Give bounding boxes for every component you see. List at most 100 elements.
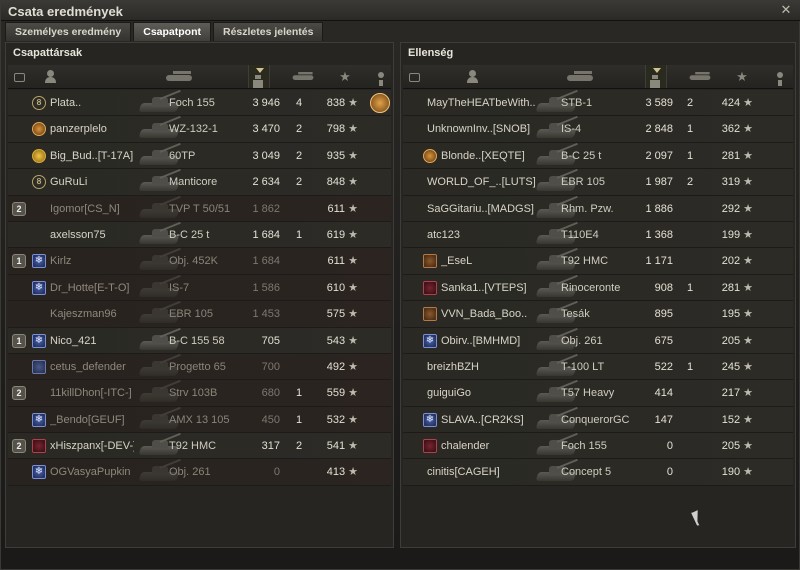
player-name[interactable]: OGVasyaPupkin <box>50 459 134 485</box>
tank-icon[interactable] <box>565 70 595 84</box>
tab-detailed-report[interactable]: Részletes jelentés <box>212 22 324 41</box>
player-row[interactable]: SaGGitariu..[MADGS] Rhm. Pzw. 1 886 292 ★ <box>403 195 793 222</box>
player-name[interactable]: Big_Bud..[T-17A] <box>50 143 134 169</box>
damage-sort-column[interactable] <box>645 65 667 88</box>
xp-value: 292 <box>721 202 741 215</box>
player-row[interactable]: cetus_defender Progetto 65 700 492 ★ <box>8 353 391 381</box>
player-row[interactable]: Sanka1..[VTEPS] Rinoceronte 908 1 281 ★ <box>403 274 793 302</box>
player-row[interactable]: Blonde..[XEQTE] B-C 25 t2 097 1 281 ★ <box>403 142 793 170</box>
player-row[interactable]: chalender Foch 155 0 205 ★ <box>403 432 793 460</box>
player-row[interactable]: 8 Plata.. Foch 155 3 946 4 838 ★ <box>8 89 391 117</box>
player-row[interactable]: 1 ❄ Nico_421 B-C 155 58 705 543 ★ <box>8 327 391 354</box>
player-row[interactable]: 2 xHiszpanx[-DEV-] T92 HMC 317 2 541 ★ <box>8 432 391 460</box>
clan-emblem-icon <box>423 307 437 322</box>
player-row[interactable]: Kajeszman96 EBR 105 1 453 575 ★ <box>8 300 391 328</box>
player-row[interactable]: 2 Igomor[CS_N] TVP T 50/51 1 862 611 ★ <box>8 195 391 222</box>
player-row[interactable]: cinitis[CAGEH] Concept 5 0 190 ★ <box>403 459 793 486</box>
damage-icon <box>253 75 263 88</box>
player-name[interactable]: MayTheHEATbeWith.. <box>427 90 539 116</box>
player-name[interactable]: Dr_Hotte[E-T-O] <box>50 275 134 301</box>
player-name[interactable]: cetus_defender <box>50 354 134 380</box>
player-row[interactable]: _EseL T92 HMC 1 171 202 ★ <box>403 248 793 275</box>
kills-icon[interactable] <box>685 70 715 84</box>
player-name[interactable]: WORLD_OF_..[LUTS] <box>427 169 539 195</box>
xp-star-icon[interactable]: ★ <box>338 70 352 84</box>
platoon-number-icon: 1 <box>12 254 26 269</box>
achievement-medal-icon[interactable] <box>370 93 390 113</box>
xp-value: 610 <box>326 281 346 294</box>
platoon-number-icon: 2 <box>12 439 26 454</box>
kills-value <box>687 459 701 485</box>
kills-value <box>687 196 701 222</box>
player-name[interactable]: axelsson75 <box>50 222 134 248</box>
damage-value: 522 <box>654 360 673 373</box>
player-name[interactable]: xHiszpanx[-DEV-] <box>50 433 134 459</box>
tab-personal-results[interactable]: Személyes eredmény <box>5 22 132 41</box>
allies-panel: Csapattársak ★ 8 Plata.. Foch 155 3 946 4 838… <box>5 42 394 548</box>
xp-value: 152 <box>721 413 741 426</box>
platoon-number-icon: 2 <box>12 201 26 216</box>
star-icon: ★ <box>348 281 358 294</box>
snowflake-emblem-icon: ❄ <box>423 412 437 427</box>
damage-value: 317 <box>261 440 280 453</box>
player-row[interactable]: VVN_Bada_Boo.. Tesák 895 195 ★ <box>403 300 793 328</box>
player-name[interactable]: cinitis[CAGEH] <box>427 459 539 485</box>
damage-value: 2 097 <box>645 149 673 162</box>
xp-value: 935 <box>326 149 346 162</box>
xp-value: 202 <box>721 255 741 268</box>
player-name[interactable]: atc123 <box>427 222 539 248</box>
damage-sort-column[interactable] <box>248 65 270 88</box>
player-name[interactable]: Kajeszman96 <box>50 301 134 327</box>
tank-icon[interactable] <box>164 70 194 84</box>
platoon-icon[interactable] <box>14 73 25 82</box>
player-icon[interactable] <box>44 70 58 84</box>
damage-value: 675 <box>654 334 673 347</box>
player-name[interactable]: _Bendo[GEUF] <box>50 407 134 433</box>
player-row[interactable]: Big_Bud..[T-17A] 60TP 3 049 2 935 ★ <box>8 142 391 170</box>
player-row[interactable]: ❄ Dr_Hotte[E-T-O] IS-7 1 586 610 ★ <box>8 274 391 302</box>
player-row[interactable]: guiguiGo T57 Heavy 414 217 ★ <box>403 380 793 407</box>
player-row[interactable]: ❄ SLAVA..[CR2KS] ConquerorGC 147 152 ★ <box>403 406 793 434</box>
star-icon: ★ <box>348 149 358 162</box>
achievement-icon[interactable] <box>773 70 787 86</box>
player-name[interactable]: Nico_421 <box>50 328 134 354</box>
xp-star-icon[interactable]: ★ <box>735 70 749 84</box>
xp-value: 575 <box>326 308 346 321</box>
player-row[interactable]: ❄ Obirv..[BMHMD] Obj. 261 675 205 ★ <box>403 327 793 354</box>
player-name[interactable]: GuRuLi <box>50 169 134 195</box>
player-name[interactable]: SaGGitariu..[MADGS] <box>427 196 539 222</box>
player-row[interactable]: ❄ _Bendo[GEUF] AMX 13 105 450 1 532 ★ <box>8 406 391 434</box>
player-name[interactable]: panzerplelo <box>50 116 134 142</box>
player-row[interactable]: breizhBZH T-100 LT 522 1 245 ★ <box>403 353 793 381</box>
player-name[interactable]: 11killDhon[-ITC-] <box>50 380 134 406</box>
player-name[interactable]: Igomor[CS_N] <box>50 196 134 222</box>
player-row[interactable]: panzerplelo WZ-132-1 3 470 2 798 ★ <box>8 116 391 143</box>
title-bar: Csata eredmények ✕ <box>1 1 800 21</box>
achievement-icon[interactable] <box>374 70 388 86</box>
platoon-icon[interactable] <box>409 73 420 82</box>
player-name[interactable]: breizhBZH <box>427 354 539 380</box>
close-icon[interactable]: ✕ <box>779 3 793 17</box>
player-name[interactable]: guiguiGo <box>427 380 539 406</box>
xp-value: 848 <box>326 176 346 189</box>
player-row[interactable]: WORLD_OF_..[LUTS] EBR 105 1 987 2 319 ★ <box>403 169 793 196</box>
player-name[interactable]: Kirlz <box>50 248 134 274</box>
player-row[interactable]: 8 GuRuLi Manticore 2 634 2 848 ★ <box>8 169 391 196</box>
player-row[interactable]: 2 11killDhon[-ITC-] Strv 103B 680 1 559 ★ <box>8 380 391 407</box>
player-row[interactable]: atc123 T110E4 1 368 199 ★ <box>403 221 793 249</box>
player-name[interactable]: Plata.. <box>50 90 134 116</box>
star-icon: ★ <box>348 97 358 109</box>
damage-value: 3 589 <box>645 97 673 109</box>
player-row[interactable]: 1 ❄ Kirlz Obj. 452K 1 684 611 ★ <box>8 248 391 275</box>
player-row[interactable]: axelsson75 B-C 25 t1 684 1 619 ★ <box>8 221 391 249</box>
player-name[interactable]: UnknownInv..[SNOB] <box>427 116 539 142</box>
player-row[interactable]: MayTheHEATbeWith.. STB-1 3 589 2 424 ★ <box>403 89 793 117</box>
tab-team-score[interactable]: Csapatpont <box>133 22 211 41</box>
player-row[interactable]: UnknownInv..[SNOB] IS-4 2 848 1 362 ★ <box>403 116 793 143</box>
kills-icon[interactable] <box>288 70 318 84</box>
player-icon[interactable] <box>466 70 480 84</box>
player-row[interactable]: ❄ OGVasyaPupkin Obj. 261 0 413 ★ <box>8 459 391 486</box>
xp-value: 559 <box>326 387 346 400</box>
kills-value: 1 <box>687 123 694 136</box>
star-icon: ★ <box>743 466 753 479</box>
